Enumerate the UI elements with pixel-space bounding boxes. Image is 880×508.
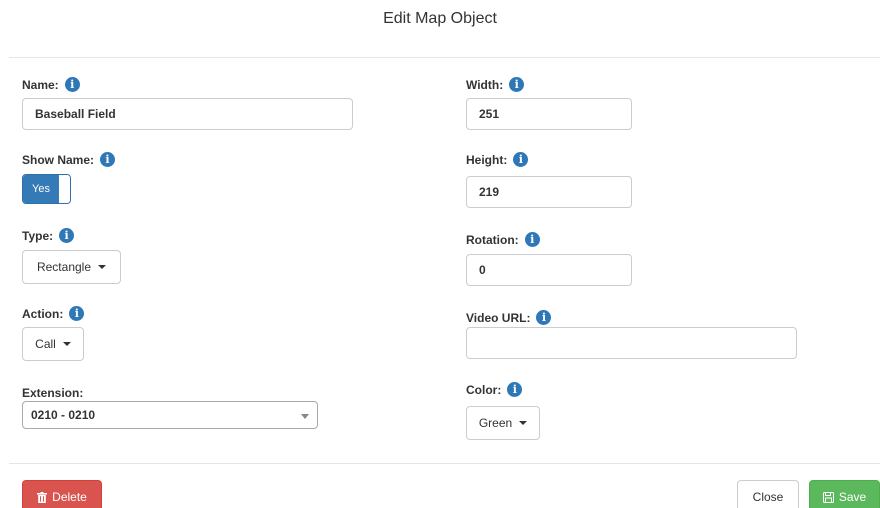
info-icon[interactable]: i [59, 228, 75, 243]
width-label: Width: i [466, 77, 525, 92]
video-url-label: Video URL: i [466, 310, 552, 325]
trash-icon [37, 491, 48, 503]
rotation-input[interactable]: 0 [466, 254, 632, 286]
chevron-down-icon [62, 342, 71, 346]
info-icon[interactable]: i [536, 310, 552, 325]
save-button-label: Save [838, 490, 867, 504]
name-input[interactable]: Baseball Field [22, 98, 353, 130]
info-icon[interactable]: i [509, 77, 525, 92]
info-icon[interactable]: i [69, 306, 85, 321]
chevron-down-icon [301, 414, 309, 419]
video-url-input[interactable] [466, 327, 797, 359]
type-label: Type: i [22, 228, 75, 243]
extension-select-value: 0210 - 0210 [31, 408, 96, 422]
toggle-handle [59, 175, 70, 203]
video-url-label-text: Video URL: [466, 310, 531, 325]
action-dropdown[interactable]: Call [22, 327, 84, 361]
save-button[interactable]: Save [809, 480, 880, 508]
info-icon[interactable]: i [64, 77, 80, 92]
color-label-text: Color: [466, 382, 502, 397]
toggle-on-label: Yes [23, 175, 59, 203]
info-icon[interactable]: i [524, 232, 540, 247]
info-icon[interactable]: i [507, 382, 523, 397]
rotation-label: Rotation: i [466, 232, 540, 247]
rotation-label-text: Rotation: [466, 232, 519, 247]
chevron-down-icon [519, 421, 528, 425]
extension-label-text: Extension: [22, 386, 84, 400]
delete-button[interactable]: Delete [22, 480, 102, 508]
width-input[interactable]: 251 [466, 98, 632, 130]
action-label: Action: i [22, 306, 85, 321]
info-icon[interactable]: i [100, 152, 116, 167]
name-label-text: Name: [22, 77, 59, 92]
color-dropdown-value: Green [478, 416, 513, 430]
height-label: Height: i [466, 152, 529, 167]
close-button[interactable]: Close [737, 480, 799, 508]
name-label: Name: i [22, 77, 80, 92]
action-dropdown-value: Call [35, 337, 56, 351]
show-name-label-text: Show Name: [22, 152, 95, 167]
extension-select[interactable]: 0210 - 0210 [22, 401, 318, 429]
footer-divider [9, 463, 880, 464]
extension-label: Extension: [22, 386, 83, 400]
color-label: Color: i [466, 382, 523, 397]
show-name-label: Show Name: i [22, 152, 116, 167]
color-dropdown[interactable]: Green [466, 406, 540, 440]
floppy-disk-icon [822, 491, 834, 503]
type-dropdown-value: Rectangle [36, 260, 92, 274]
show-name-toggle[interactable]: Yes [22, 174, 71, 204]
type-dropdown[interactable]: Rectangle [22, 250, 121, 284]
action-label-text: Action: [22, 306, 64, 321]
info-icon[interactable]: i [513, 152, 529, 167]
header-divider [9, 57, 880, 58]
modal-title: Edit Map Object [383, 10, 497, 27]
height-input[interactable]: 219 [466, 176, 632, 208]
width-label-text: Width: [466, 77, 504, 92]
type-label-text: Type: [22, 228, 54, 243]
height-label-text: Height: [466, 152, 508, 167]
delete-button-label: Delete [52, 490, 87, 504]
chevron-down-icon [98, 265, 107, 269]
